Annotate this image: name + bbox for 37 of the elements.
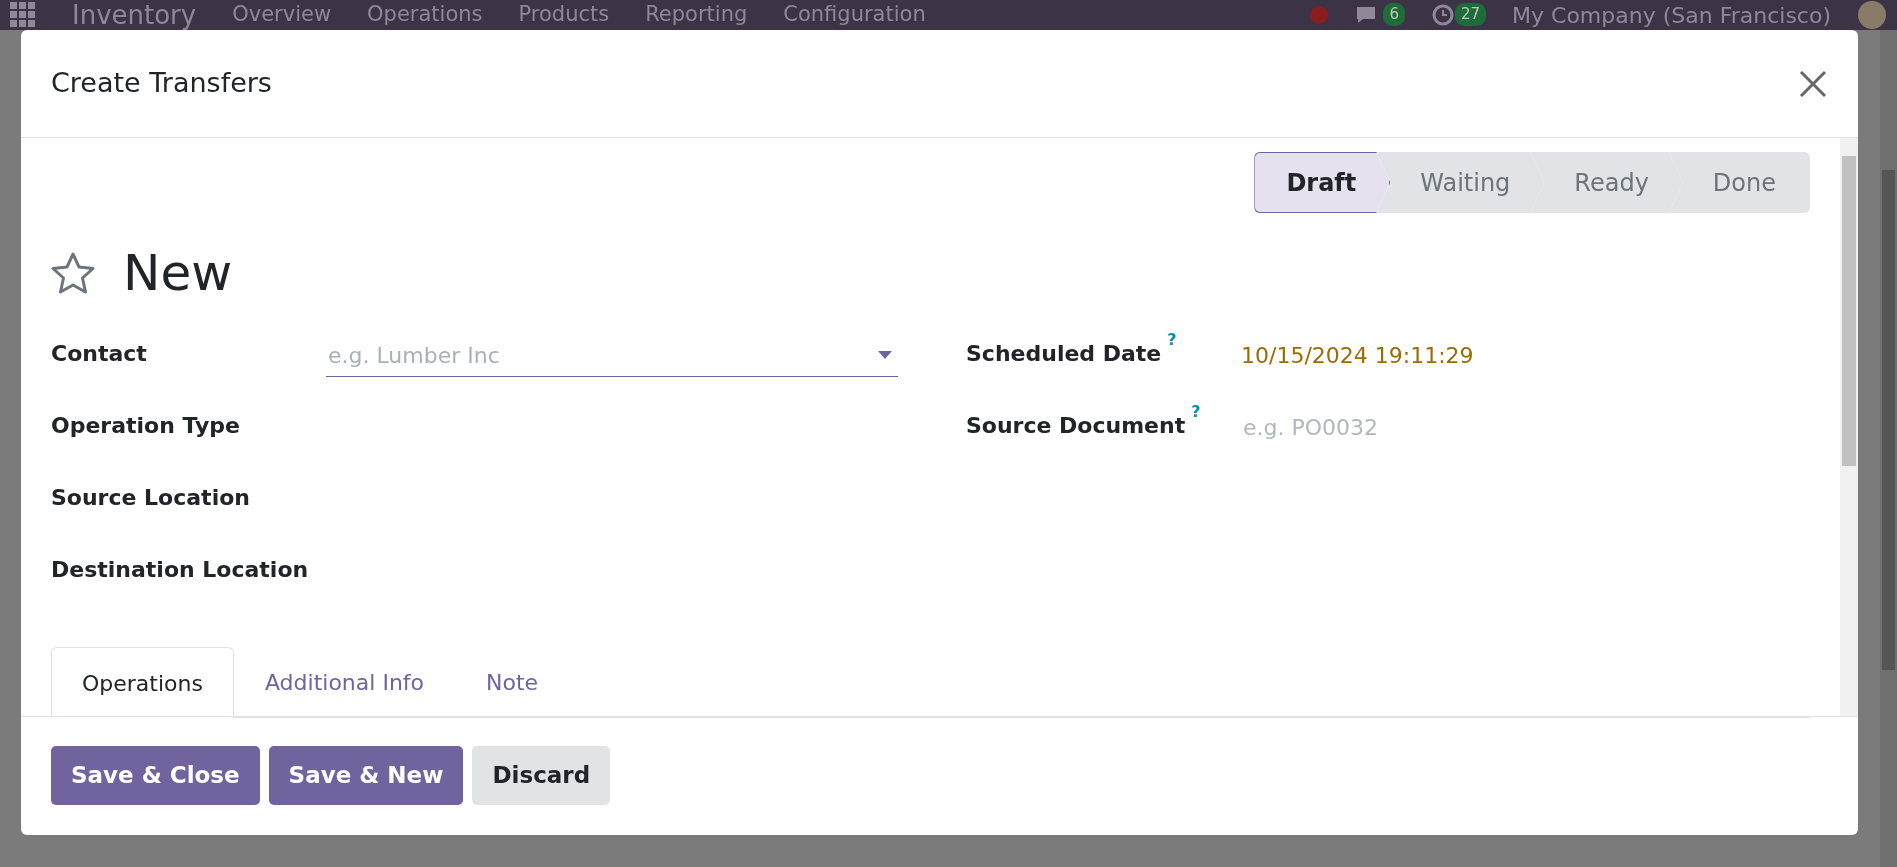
- page-scrollbar[interactable]: [1880, 30, 1897, 867]
- field-label: Source Location: [51, 484, 251, 512]
- menu-item[interactable]: Products: [518, 0, 610, 31]
- activity-count: 27: [1454, 3, 1487, 26]
- status-stage[interactable]: Done: [1668, 152, 1810, 213]
- tab[interactable]: Operations: [51, 647, 234, 718]
- dialog-title: Create Transfers: [51, 67, 272, 100]
- message-count: 6: [1383, 3, 1405, 26]
- company-name[interactable]: My Company (San Francisco): [1512, 0, 1831, 32]
- scrollbar[interactable]: [1840, 138, 1858, 716]
- clock-icon[interactable]: [1430, 3, 1455, 27]
- save-button[interactable]: Save & New: [268, 746, 464, 805]
- menu-item[interactable]: Overview: [232, 0, 332, 31]
- avatar-icon[interactable]: [1857, 0, 1887, 30]
- discard-button[interactable]: Discard: [472, 746, 611, 805]
- record-name: New: [123, 243, 233, 303]
- status-stage[interactable]: Draft: [1254, 152, 1391, 213]
- help-icon[interactable]: ?: [1191, 401, 1201, 421]
- field-label: Contact: [51, 340, 148, 368]
- tab[interactable]: Note: [455, 647, 570, 717]
- field-label: Destination Location: [51, 556, 310, 584]
- field-label: Scheduled Date: [966, 341, 1162, 366]
- close-button[interactable]: [1798, 68, 1828, 99]
- date-field[interactable]: 10/15/2024 19:11:29: [1241, 337, 1474, 372]
- menu-item[interactable]: Operations: [367, 0, 483, 31]
- field-label: Source Document: [966, 413, 1186, 438]
- menu-item[interactable]: Configuration: [783, 0, 926, 31]
- status-stage[interactable]: Waiting: [1376, 152, 1545, 213]
- tab[interactable]: Additional Info: [233, 647, 456, 717]
- menu-item[interactable]: Reporting: [645, 0, 748, 31]
- caret-icon[interactable]: [878, 351, 892, 359]
- help-icon[interactable]: ?: [1167, 329, 1177, 349]
- apps-menu-icon[interactable]: [10, 2, 36, 28]
- save-button[interactable]: Save & Close: [51, 746, 260, 805]
- star-icon[interactable]: [51, 252, 95, 294]
- field-label: Operation Type: [51, 412, 241, 440]
- status-stage[interactable]: Ready: [1530, 152, 1683, 213]
